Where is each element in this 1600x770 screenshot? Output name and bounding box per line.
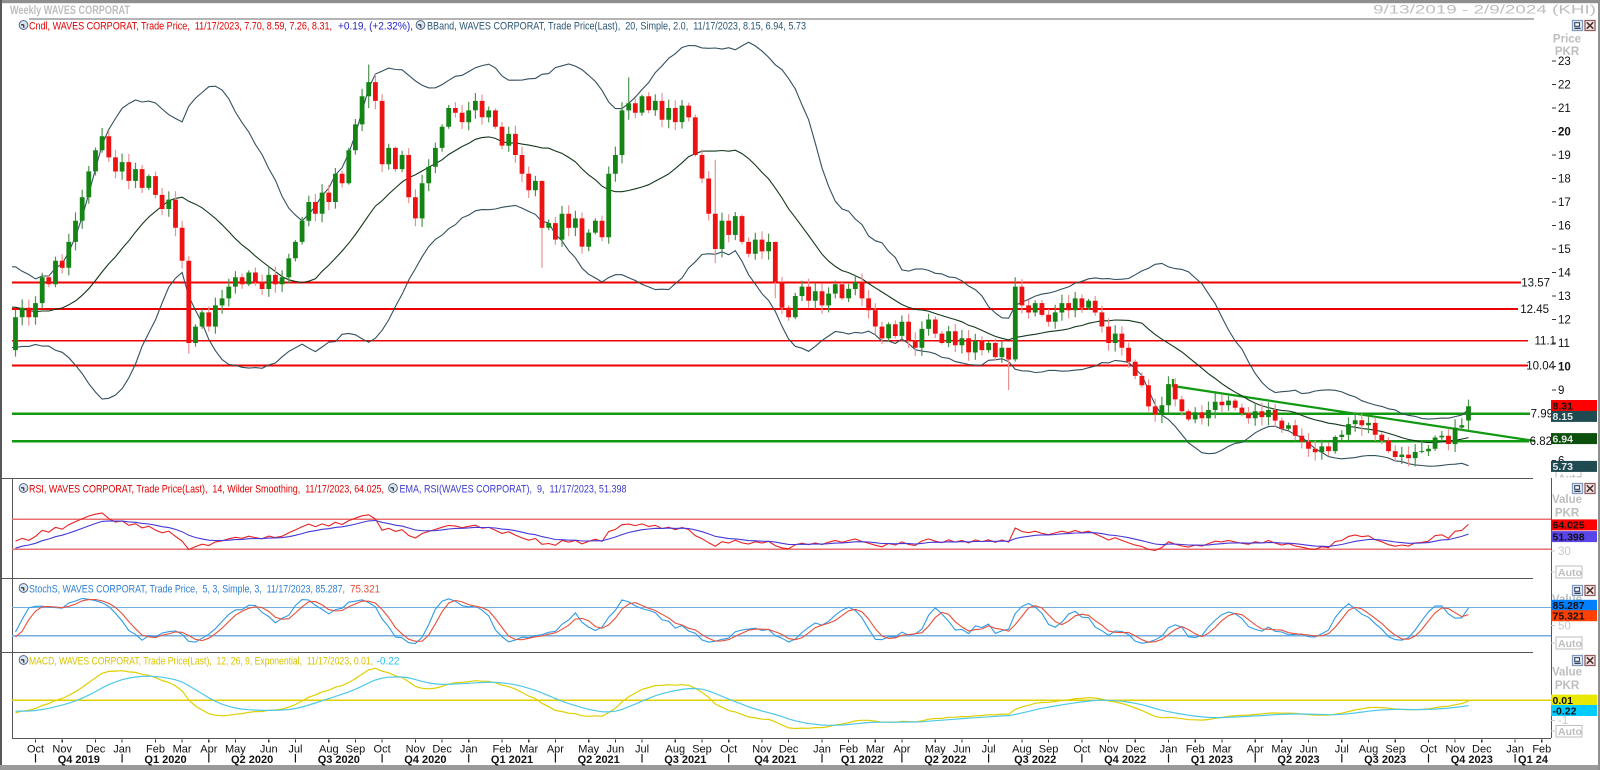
svg-text:17: 17 <box>1558 197 1571 209</box>
svg-text:Q1 24: Q1 24 <box>1518 754 1549 766</box>
svg-text:Q2 2020: Q2 2020 <box>231 754 273 766</box>
svg-text:BBand, WAVES CORPORAT, Trade P: BBand, WAVES CORPORAT, Trade Price(Last)… <box>427 21 806 33</box>
svg-text:Q4 2020: Q4 2020 <box>404 754 446 766</box>
svg-text:51.398: 51.398 <box>1553 531 1585 543</box>
svg-text:64.025: 64.025 <box>1553 520 1585 532</box>
svg-text:Q1 2020: Q1 2020 <box>144 754 186 766</box>
svg-text:Q3 2020: Q3 2020 <box>318 754 360 766</box>
svg-text:Q2 2023: Q2 2023 <box>1277 754 1319 766</box>
svg-text:PKR: PKR <box>1555 46 1580 58</box>
svg-text:Jul: Jul <box>1335 744 1349 756</box>
svg-text:14: 14 <box>1558 268 1571 280</box>
svg-text:5.73: 5.73 <box>1553 461 1574 473</box>
svg-text:Apr: Apr <box>200 744 217 756</box>
svg-text:12.45: 12.45 <box>1520 304 1549 316</box>
svg-text:Q1 2023: Q1 2023 <box>1191 754 1233 766</box>
svg-text:+0.19, (+2.32%),: +0.19, (+2.32%), <box>338 21 413 33</box>
svg-text:Apr: Apr <box>1247 744 1264 756</box>
svg-text:Jan: Jan <box>813 744 831 756</box>
svg-text:9: 9 <box>1558 385 1564 397</box>
svg-text:13.57: 13.57 <box>1521 278 1550 290</box>
svg-text:18: 18 <box>1558 174 1571 186</box>
svg-text:Cndl, WAVES CORPORAT, Trade Pr: Cndl, WAVES CORPORAT, Trade Price, 11/17… <box>29 21 332 33</box>
svg-text:Oct: Oct <box>1420 744 1437 756</box>
svg-text:StochS, WAVES CORPORAT, Trade: StochS, WAVES CORPORAT, Trade Price, 5, … <box>29 584 345 596</box>
svg-text:6.82: 6.82 <box>1530 436 1552 448</box>
svg-text:16: 16 <box>1558 221 1571 233</box>
svg-text:20: 20 <box>1558 127 1571 139</box>
svg-text:EMA, RSI(WAVES CORPORAT), 9,: EMA, RSI(WAVES CORPORAT), 9, 11/17/2023,… <box>400 483 627 495</box>
svg-text:Jul: Jul <box>288 744 302 756</box>
svg-text:Q4 2021: Q4 2021 <box>754 754 796 766</box>
svg-text:11: 11 <box>1558 338 1570 350</box>
svg-text:30: 30 <box>1558 546 1571 558</box>
svg-text:Jan: Jan <box>113 744 131 756</box>
svg-text:9/13/2019 - 2/9/2024 (KHI): 9/13/2019 - 2/9/2024 (KHI) <box>1373 5 1596 17</box>
svg-text:RSI, WAVES CORPORAT, Trade Pri: RSI, WAVES CORPORAT, Trade Price(Last), … <box>29 483 384 495</box>
svg-text:Q3 2021: Q3 2021 <box>664 754 706 766</box>
svg-text:Oct: Oct <box>1073 744 1090 756</box>
svg-text:Jul: Jul <box>635 744 649 756</box>
svg-text:22: 22 <box>1558 80 1571 92</box>
svg-text:PKR: PKR <box>1555 680 1580 692</box>
svg-text:10.04: 10.04 <box>1526 361 1555 373</box>
svg-text:Oct: Oct <box>720 744 737 756</box>
svg-text:Oct: Oct <box>374 744 391 756</box>
svg-text:8.15: 8.15 <box>1553 411 1574 423</box>
svg-text:Weekly WAVES CORPORAT: Weekly WAVES CORPORAT <box>10 5 130 17</box>
svg-text:75.321: 75.321 <box>350 584 380 596</box>
svg-text:13: 13 <box>1558 291 1571 303</box>
svg-text:Value: Value <box>1552 494 1582 506</box>
svg-text:10: 10 <box>1558 362 1571 374</box>
svg-text:Q4 2022: Q4 2022 <box>1104 754 1146 766</box>
svg-text:Q1 2021: Q1 2021 <box>491 754 533 766</box>
svg-text:PKR: PKR <box>1555 508 1580 520</box>
svg-text:Auto: Auto <box>1558 726 1582 738</box>
svg-text:-0.22: -0.22 <box>377 655 400 667</box>
svg-text:MACD, WAVES CORPORAT, Trade Pr: MACD, WAVES CORPORAT, Trade Price(Last),… <box>29 655 373 667</box>
svg-text:Value: Value <box>1552 667 1582 679</box>
svg-text:Q3 2023: Q3 2023 <box>1364 754 1406 766</box>
svg-text:12: 12 <box>1558 315 1571 327</box>
svg-text:11.1: 11.1 <box>1534 336 1556 348</box>
svg-text:Oct: Oct <box>27 744 44 756</box>
svg-text:15: 15 <box>1558 244 1571 256</box>
svg-text:21: 21 <box>1558 103 1571 115</box>
svg-text:50: 50 <box>1558 621 1571 633</box>
svg-text:19: 19 <box>1558 150 1571 162</box>
svg-text:Auto: Auto <box>1558 567 1582 579</box>
svg-text:Q1 2022: Q1 2022 <box>841 754 883 766</box>
svg-text:Jan: Jan <box>1160 744 1178 756</box>
svg-text:Q4 2019: Q4 2019 <box>58 754 100 766</box>
svg-text:Q2 2022: Q2 2022 <box>924 754 966 766</box>
svg-text:Apr: Apr <box>547 744 564 756</box>
svg-text:Jul: Jul <box>982 744 996 756</box>
svg-text:Price: Price <box>1553 34 1581 46</box>
svg-text:Jan: Jan <box>460 744 478 756</box>
svg-text:Q2 2021: Q2 2021 <box>578 754 620 766</box>
svg-text:Auto: Auto <box>1558 638 1582 650</box>
svg-text:Q4 2023: Q4 2023 <box>1451 754 1493 766</box>
svg-text:7.99: 7.99 <box>1531 409 1553 421</box>
svg-text:Q3 2022: Q3 2022 <box>1014 754 1056 766</box>
svg-text:6.94: 6.94 <box>1553 433 1574 445</box>
svg-text:Apr: Apr <box>893 744 910 756</box>
